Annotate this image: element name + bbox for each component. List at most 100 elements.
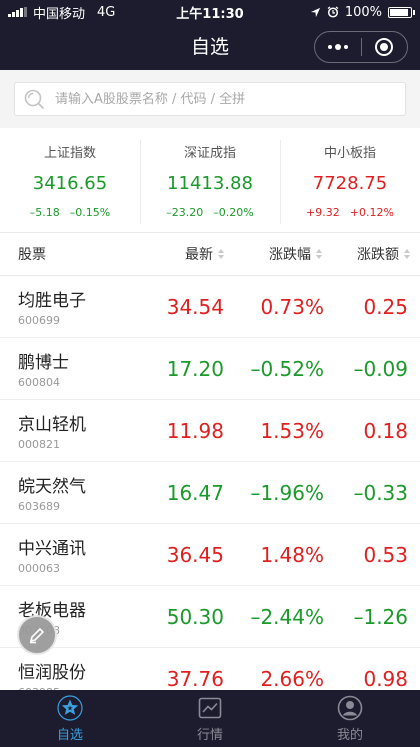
edit-floating-button[interactable] [17,615,57,655]
search-icon [24,89,44,109]
header-change-pct-label: 涨跌幅 [269,247,311,263]
header-change-pct[interactable]: 涨跌幅 [224,244,322,264]
index-name: 中小板指 [323,146,376,161]
stock-change: 0.18 [363,418,408,443]
search-input[interactable] [55,91,397,107]
stock-change: –1.26 [353,604,408,629]
index-change-value: –23.20 [166,206,204,219]
table-row[interactable]: 老板电器00250850.30–2.44%–1.26 [0,586,420,648]
tab-market[interactable]: 行情 [140,690,280,747]
index-change: –5.18 –0.15% [0,206,140,219]
signal-icon [8,7,27,17]
table-row[interactable]: 均胜电子 600699 34.54 0.73% 0.25 [0,276,420,338]
index-change-pct: –0.20% [213,206,254,219]
status-left: 中国移动 4G [8,3,158,22]
index-change: +9.32 +0.12% [280,206,420,219]
stock-cell: 中兴通讯 000063 [0,534,140,575]
stock-change-pct: –2.44% [250,604,324,629]
stock-cell: 京山轻机 000821 [0,410,140,451]
stock-code: 603689 [18,500,60,513]
star-icon: ★ [57,695,83,721]
stock-name: 恒润股份 [18,663,86,683]
index-change-pct: –0.15% [69,206,111,219]
stock-price: 50.30 [166,604,224,629]
index-card[interactable]: 深证成指 11413.88 –23.20 –0.20% [140,128,280,232]
status-right: 100% [262,4,415,20]
search-area [0,70,420,128]
battery-label: 100% [344,4,382,20]
stock-price: 37.76 [166,666,224,691]
stock-cell: 鹏博士 600804 [0,348,140,389]
stock-change: 0.98 [363,666,408,691]
target-icon [375,38,394,56]
index-change-value: –5.18 [29,206,60,219]
index-change: –23.20 –0.20% [140,206,280,219]
nav-bar: 自选 [0,24,420,70]
user-icon [337,695,363,721]
table-row[interactable]: 中兴通讯 000063 36.45 1.48% 0.53 [0,524,420,586]
stock-change-pct: 1.48% [260,542,324,567]
table-row[interactable]: 京山轻机 000821 11.98 1.53% 0.18 [0,400,420,462]
tab-label: 自选 [56,728,83,743]
table-header: 股票 最新 涨跌幅 涨跌额 [0,232,420,276]
tab-mine[interactable]: 我的 [280,690,420,747]
index-value: 3416.65 [32,173,108,194]
network-label: 4G [97,4,116,20]
stock-cell: 皖天然气 603689 [0,472,140,513]
header-price[interactable]: 最新 [140,244,224,264]
alarm-icon [327,6,339,18]
svg-text:★: ★ [67,705,73,713]
index-card[interactable]: 中小板指 7728.75 +9.32 +0.12% [280,128,420,232]
stock-code: 600804 [18,376,60,389]
stock-price: 34.54 [166,294,224,319]
index-name: 上证指数 [43,146,96,161]
mini-program-capsule [314,31,408,63]
index-name: 深证成指 [183,146,236,161]
stock-price: 36.45 [166,542,224,567]
stock-name: 京山轻机 [18,415,86,435]
carrier-label: 中国移动 [33,6,86,22]
stock-change: –0.33 [353,480,408,505]
market-indices: 上证指数 3416.65 –5.18 –0.15% 深证成指 11413.88 –23.20… [0,128,420,232]
pencil-icon [29,627,45,644]
stock-change-pct: –0.52% [250,356,324,381]
index-value: 11413.88 [167,173,253,194]
tab-watchlist[interactable]: ★ 自选 [0,690,140,747]
stock-change: –0.09 [353,356,408,381]
tab-label: 我的 [336,728,363,743]
table-row[interactable]: 鹏博士 600804 17.20 –0.52% –0.09 [0,338,420,400]
stock-cell: 恒润股份603985 [0,658,140,690]
stock-name: 鹏博士 [18,353,69,373]
stock-price: 17.20 [166,356,224,381]
stock-change: 0.53 [363,542,408,567]
table-row[interactable]: 皖天然气 603689 16.47 –1.96% –0.33 [0,462,420,524]
search-box[interactable] [14,82,406,116]
close-mini-program-button[interactable] [362,32,408,62]
index-change-value: +9.32 [306,206,340,219]
table-row[interactable]: 恒润股份603985 37.76 2.66% 0.98 [0,648,420,690]
stock-name: 均胜电子 [18,291,86,311]
tab-bar: ★ 自选 行情 我的 [0,690,420,747]
index-change-pct: +0.12% [349,206,394,219]
stock-name: 皖天然气 [18,477,86,497]
stock-cell: 均胜电子 600699 [0,286,140,327]
stock-change-pct: 0.73% [260,294,324,319]
header-change[interactable]: 涨跌额 [322,244,420,264]
stock-price: 16.47 [166,480,224,505]
header-stock: 股票 [18,247,46,263]
header-change-label: 涨跌额 [357,247,399,263]
index-value: 7728.75 [312,173,388,194]
stock-change-pct: 1.53% [260,418,324,443]
status-time: 上午11:30 [176,6,244,22]
sort-icon [404,249,410,259]
header-price-label: 最新 [185,247,213,263]
tab-label: 行情 [196,728,223,743]
stock-price: 11.98 [166,418,224,443]
stock-change-pct: –1.96% [250,480,324,505]
stock-name: 中兴通讯 [18,539,86,559]
stock-change: 0.25 [363,294,408,319]
index-card[interactable]: 上证指数 3416.65 –5.18 –0.15% [0,128,140,232]
location-icon [310,7,320,17]
chart-icon [197,695,223,721]
more-button[interactable] [315,32,361,62]
